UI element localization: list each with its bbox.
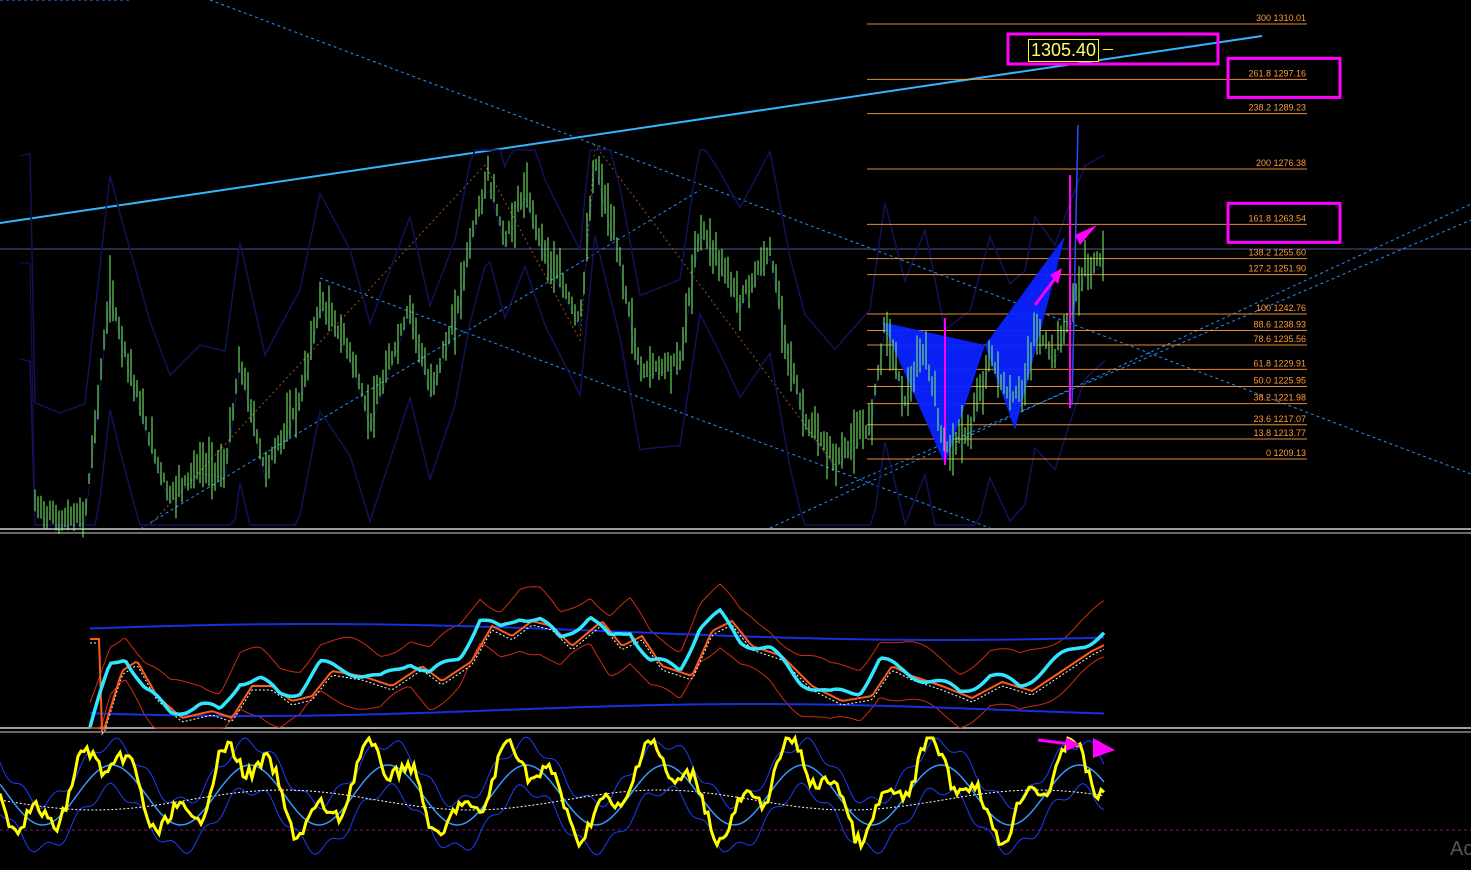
activate-windows-watermark: Ac bbox=[1450, 838, 1471, 860]
fib-level-label: 161.8 1263.54 bbox=[1248, 213, 1306, 223]
fib-level-label: 200 1276.38 bbox=[1256, 158, 1306, 168]
fib-level-label: 23.6 1217.07 bbox=[1253, 414, 1306, 424]
trading-chart[interactable]: 300 1310.01 261.8 1297.16 238.2 1289.23 200… bbox=[0, 0, 1471, 870]
fib-level-label: 0 1209.13 bbox=[1266, 448, 1306, 458]
chart-background bbox=[0, 0, 1471, 870]
fib-level-label: 13.8 1213.77 bbox=[1253, 428, 1306, 438]
fib-level-label: 261.8 1297.16 bbox=[1248, 68, 1306, 78]
fib-level-label: 138.2 1255.60 bbox=[1248, 248, 1306, 258]
fib-level-label: 127.2 1251.90 bbox=[1248, 264, 1306, 274]
fib-level-label: 100 1242.76 bbox=[1256, 303, 1306, 313]
fib-level-label: 38.2 1221.98 bbox=[1253, 393, 1306, 403]
fib-level-label: 238.2 1289.23 bbox=[1248, 103, 1306, 113]
current-price-label: 1305.40 bbox=[1028, 39, 1100, 62]
fib-level-label: 300 1310.01 bbox=[1256, 13, 1306, 23]
fib-level-label: 50.0 1225.95 bbox=[1253, 375, 1306, 385]
current-price-tick bbox=[1103, 49, 1113, 50]
fib-level-label: 61.8 1229.91 bbox=[1253, 358, 1306, 368]
fib-level-label: 78.6 1235.56 bbox=[1253, 334, 1306, 344]
fib-level-label: 88.6 1238.93 bbox=[1253, 320, 1306, 330]
